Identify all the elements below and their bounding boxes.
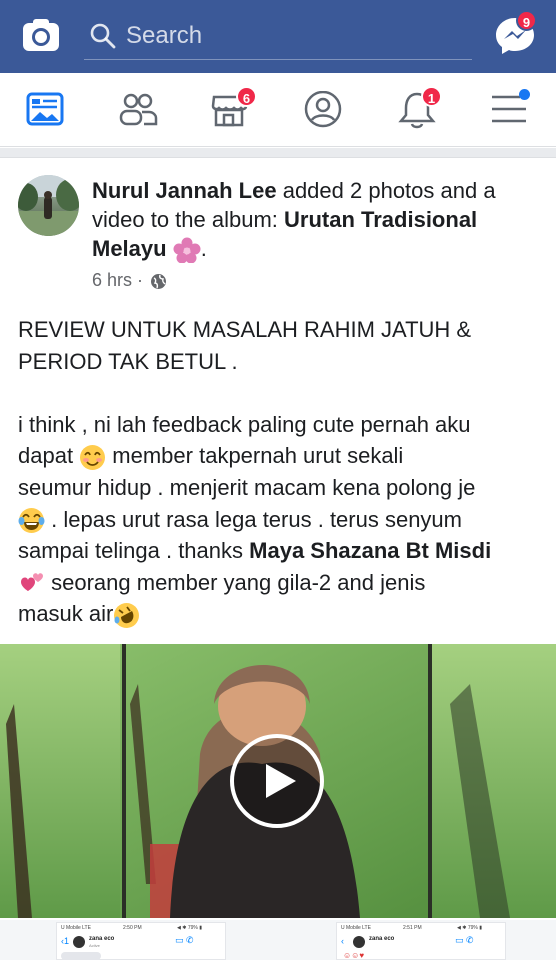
author-name[interactable]: Nurul Jannah Lee <box>92 178 277 203</box>
thumb-name: zana eco <box>369 936 395 942</box>
thumb-name: zana eco <box>89 936 115 942</box>
photo-thumbnail[interactable]: U Mobile LTE 2:51 PM ◀ ✱ 79% ▮ ‹ zana ec… <box>336 922 506 960</box>
search-bar[interactable] <box>84 14 472 60</box>
post-text-line: seumur hidup . menjerit macam kena polon… <box>18 474 476 500</box>
post-meta: 6 hrs · <box>92 269 167 291</box>
play-button[interactable] <box>230 734 324 828</box>
thumb-sub: Active <box>89 943 100 948</box>
post-text-line: PERIOD TAK BETUL . <box>18 348 238 374</box>
flower-emoji-icon <box>173 237 201 264</box>
post-text-segment: member takpernah urut sekali <box>112 443 404 469</box>
search-icon <box>90 23 116 49</box>
post-text-line: REVIEW UNTUK MASALAH RAHIM JATUH & <box>18 317 472 342</box>
feed-divider <box>0 148 556 158</box>
video-preview[interactable] <box>0 644 556 918</box>
video-call-icon: ▭ ✆ <box>455 935 474 945</box>
thumb-avatar <box>353 936 365 948</box>
post-body: REVIEW UNTUK MASALAH RAHIM JATUH & PERIO… <box>18 314 542 630</box>
reaction-emoji-icon: ☺☺♥ <box>343 951 365 960</box>
globe-icon <box>151 273 167 289</box>
post-text-segment: masuk air <box>18 601 114 627</box>
post-text-line: . lepas urut rasa lega terus . terus sen… <box>18 504 542 536</box>
post-text-segment: . lepas urut rasa lega terus . terus sen… <box>51 506 462 532</box>
post-text-line: masuk air <box>18 598 542 630</box>
rolling-laughing-emoji-icon <box>114 603 140 629</box>
post-text-line: dapat member takpernah urut sekali <box>18 440 542 472</box>
smiling-blush-emoji-icon <box>80 445 106 471</box>
two-hearts-emoji-icon <box>21 573 43 592</box>
post-time[interactable]: 6 hrs <box>92 270 132 290</box>
video-call-icon: ▭ ✆ <box>175 935 194 945</box>
thumb-carrier: U Mobile LTE <box>61 925 91 931</box>
avatar[interactable] <box>18 175 79 236</box>
mention-link[interactable]: Maya Shazana Bt Misdi <box>249 538 491 563</box>
nav-bar <box>0 73 556 147</box>
messenger-badge: 9 <box>516 10 537 31</box>
post-text-line: sampai telinga . thanks Maya Shazana Bt … <box>18 535 542 567</box>
post-text-prefix: dapat <box>18 443 80 469</box>
post-header: Nurul Jannah Lee added 2 photos and a vi… <box>92 176 542 264</box>
profile-icon[interactable] <box>299 85 347 133</box>
post-text-line: seorang member yang gila-2 and jenis <box>18 567 542 599</box>
tears-of-joy-emoji-icon <box>18 508 45 534</box>
meta-separator: · <box>132 270 149 290</box>
header-period: . <box>200 236 207 261</box>
post-text-segment: sampai telinga . thanks <box>18 538 250 564</box>
menu-indicator-dot <box>519 89 530 100</box>
post-text-segment: seorang member yang gila-2 and jenis <box>51 569 426 595</box>
thumb-avatar <box>73 936 85 948</box>
camera-icon[interactable] <box>22 18 60 52</box>
photo-thumbnails: U Mobile LTE 2:50 PM ◀ ✱ 79% ▮ ‹1 zana e… <box>0 920 556 960</box>
back-chevron-icon: ‹ <box>341 936 344 946</box>
back-chevron-icon: ‹1 <box>61 936 70 946</box>
notifications-badge: 1 <box>421 86 442 107</box>
thumb-time: 2:51 PM <box>403 925 422 931</box>
photo-thumbnail[interactable]: U Mobile LTE 2:50 PM ◀ ✱ 79% ▮ ‹1 zana e… <box>56 922 226 960</box>
thumb-carrier: U Mobile LTE <box>341 925 371 931</box>
play-icon <box>266 764 296 798</box>
news-feed-icon[interactable] <box>22 85 70 133</box>
top-bar: 9 <box>0 0 556 73</box>
thumb-time: 2:50 PM <box>123 925 142 931</box>
post-text-line: i think , ni lah feedback paling cute pe… <box>18 411 471 437</box>
thumb-battery: ◀ ✱ 79% ▮ <box>457 925 482 931</box>
thumb-battery: ◀ ✱ 79% ▮ <box>177 925 202 931</box>
marketplace-badge: 6 <box>236 86 257 107</box>
friends-icon[interactable] <box>114 85 162 133</box>
search-input[interactable] <box>126 20 446 52</box>
thumb-message-bubble <box>61 952 101 960</box>
feed-post: Nurul Jannah Lee added 2 photos and a vi… <box>0 158 556 960</box>
